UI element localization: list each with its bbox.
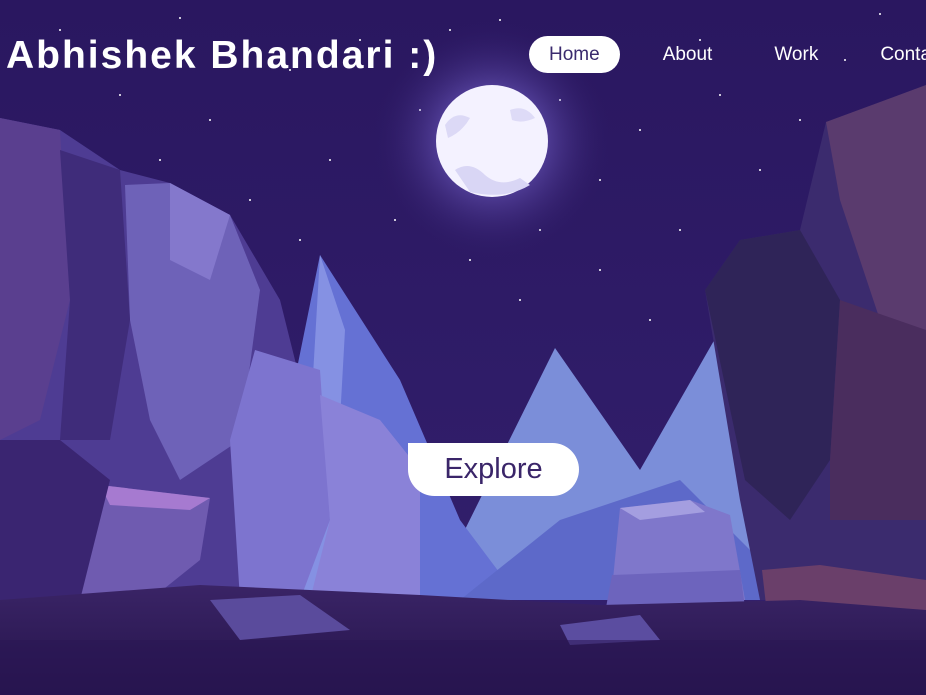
nav-work-link[interactable]: Work xyxy=(754,36,838,73)
main-nav: Home About Work Contact xyxy=(529,36,926,73)
ground-shadow xyxy=(0,640,926,695)
right-rock-face xyxy=(830,300,926,520)
nav-home-link[interactable]: Home xyxy=(529,36,620,73)
hero-background-illustration xyxy=(0,0,926,695)
nav-contact-link[interactable]: Contact xyxy=(860,36,926,73)
explore-button[interactable]: Explore xyxy=(408,443,579,496)
site-title: Abhishek Bhandari :) xyxy=(6,34,439,77)
nav-about-link[interactable]: About xyxy=(643,36,733,73)
